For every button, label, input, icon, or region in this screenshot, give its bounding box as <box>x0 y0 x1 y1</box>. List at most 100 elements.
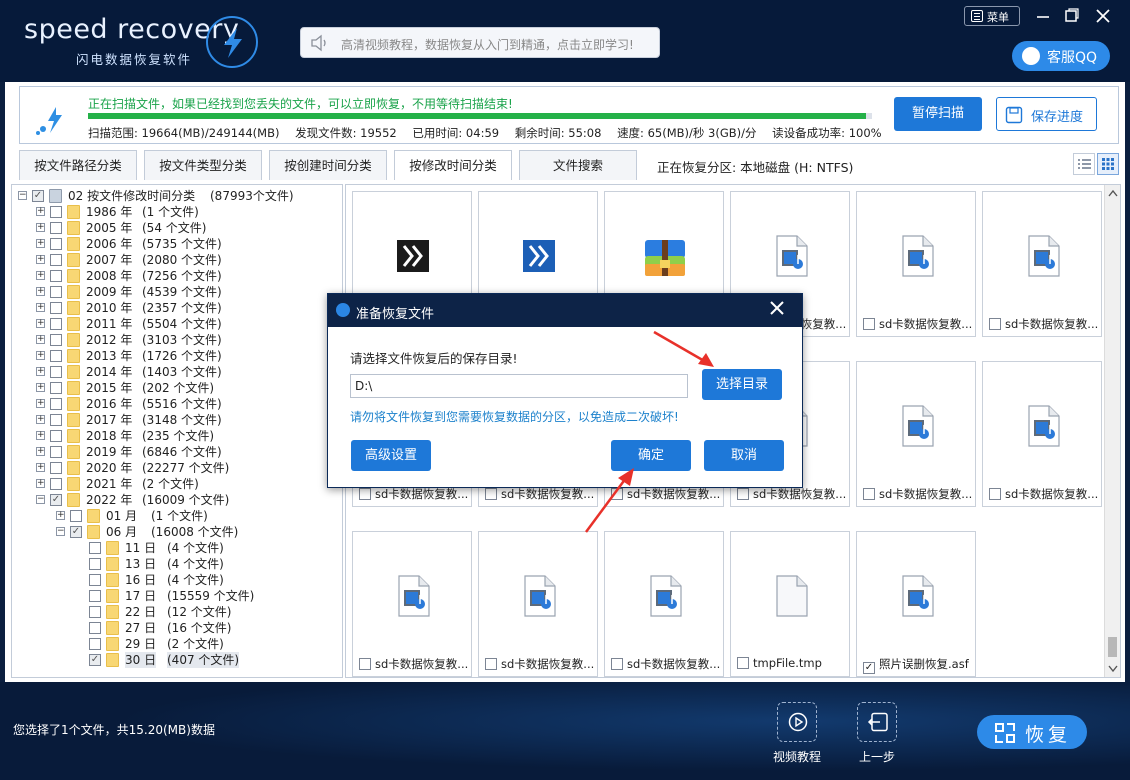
grid-view-icon[interactable] <box>1097 153 1119 175</box>
file-checkbox[interactable] <box>359 658 371 670</box>
close-icon[interactable] <box>1094 8 1112 26</box>
cancel-button[interactable]: 取消 <box>704 440 784 471</box>
expand-icon[interactable]: + <box>36 335 45 344</box>
file-checkbox[interactable] <box>611 658 623 670</box>
tree-day-node[interactable]: 11 日 (4 个文件) <box>12 540 342 556</box>
tree-checkbox[interactable] <box>89 542 101 554</box>
tree-checkbox[interactable]: ✓ <box>89 654 101 666</box>
expand-icon[interactable]: + <box>36 271 45 280</box>
expand-icon[interactable]: + <box>56 511 65 520</box>
tree-day-node[interactable]: 29 日 (2 个文件) <box>12 636 342 652</box>
file-card[interactable]: sd卡数据恢复教... <box>856 191 976 337</box>
video-tutorial-button[interactable] <box>777 702 817 742</box>
file-checkbox[interactable] <box>737 657 749 669</box>
tree-month-node[interactable]: +01 月 (1 个文件) <box>12 508 342 524</box>
tree-year-node[interactable]: +2015 年 (202 个文件) <box>12 380 342 396</box>
tree-checkbox[interactable] <box>50 366 62 378</box>
tree-day-node[interactable]: 13 日 (4 个文件) <box>12 556 342 572</box>
tree-year-node[interactable]: +2006 年 (5735 个文件) <box>12 236 342 252</box>
file-checkbox[interactable]: ✓ <box>863 662 875 674</box>
tree-checkbox[interactable] <box>50 270 62 282</box>
file-card[interactable]: sd卡数据恢复教... <box>856 361 976 507</box>
tree-year-node[interactable]: +2010 年 (2357 个文件) <box>12 300 342 316</box>
tree-year-node[interactable]: +2007 年 (2080 个文件) <box>12 252 342 268</box>
save-path-input[interactable]: D:\ <box>350 374 688 398</box>
collapse-icon[interactable]: − <box>36 495 45 504</box>
file-checkbox[interactable] <box>485 658 497 670</box>
grid-scrollbar[interactable] <box>1104 185 1120 677</box>
tree-checkbox[interactable] <box>50 238 62 250</box>
tree-checkbox[interactable] <box>50 206 62 218</box>
tree-checkbox[interactable] <box>50 302 62 314</box>
collapse-icon[interactable]: − <box>18 191 27 200</box>
maximize-icon[interactable] <box>1062 8 1080 26</box>
tree-checkbox[interactable] <box>89 622 101 634</box>
pause-scan-button[interactable]: 暂停扫描 <box>894 97 982 131</box>
tab-by-type[interactable]: 按文件类型分类 <box>144 150 262 180</box>
file-card[interactable]: tmpFile.tmp <box>730 531 850 677</box>
tree-checkbox[interactable] <box>89 558 101 570</box>
file-checkbox[interactable] <box>989 318 1001 330</box>
tree-year-node[interactable]: +2020 年 (22277 个文件) <box>12 460 342 476</box>
file-card[interactable]: sd卡数据恢复教... <box>352 531 472 677</box>
minimize-icon[interactable] <box>1034 8 1052 26</box>
expand-icon[interactable]: + <box>36 223 45 232</box>
tree-checkbox[interactable] <box>70 510 82 522</box>
expand-icon[interactable]: + <box>36 303 45 312</box>
expand-icon[interactable]: + <box>36 255 45 264</box>
tree-checkbox[interactable] <box>89 574 101 586</box>
tree-year-node[interactable]: +2021 年 (2 个文件) <box>12 476 342 492</box>
expand-icon[interactable]: + <box>36 239 45 248</box>
previous-step-button[interactable] <box>857 702 897 742</box>
tree-checkbox[interactable] <box>50 334 62 346</box>
file-card[interactable]: sd卡数据恢复教... <box>478 531 598 677</box>
file-card[interactable]: sd卡数据恢复教... <box>982 191 1102 337</box>
tree-checkbox[interactable]: ✓ <box>50 494 62 506</box>
file-card[interactable]: ✓ 照片误删恢复.asf <box>856 531 976 677</box>
tree-year-node[interactable]: +2014 年 (1403 个文件) <box>12 364 342 380</box>
tree-checkbox[interactable] <box>50 350 62 362</box>
file-card[interactable]: sd卡数据恢复教... <box>982 361 1102 507</box>
tree-day-node[interactable]: 16 日 (4 个文件) <box>12 572 342 588</box>
dialog-close-icon[interactable] <box>768 298 786 323</box>
tree-root[interactable]: − ✓ 02 按文件修改时间分类 (87993个文件) <box>12 188 342 204</box>
tree-year-node[interactable]: +2017 年 (3148 个文件) <box>12 412 342 428</box>
file-checkbox[interactable] <box>737 488 749 500</box>
customer-service-qq-button[interactable]: 客服QQ <box>1012 41 1110 71</box>
tree-year-node[interactable]: +2012 年 (3103 个文件) <box>12 332 342 348</box>
expand-icon[interactable]: + <box>36 431 45 440</box>
tree-checkbox[interactable] <box>50 286 62 298</box>
tree-year-node[interactable]: +2016 年 (5516 个文件) <box>12 396 342 412</box>
tree-day-node[interactable]: 27 日 (16 个文件) <box>12 620 342 636</box>
expand-icon[interactable]: + <box>36 463 45 472</box>
scroll-thumb[interactable] <box>1108 637 1117 657</box>
tree-checkbox[interactable] <box>50 414 62 426</box>
list-view-icon[interactable] <box>1073 153 1095 175</box>
tree-checkbox[interactable] <box>50 462 62 474</box>
tab-by-path[interactable]: 按文件路径分类 <box>19 150 137 180</box>
tab-by-modified-time[interactable]: 按修改时间分类 <box>394 150 512 180</box>
tree-year-node[interactable]: +1986 年 (1 个文件) <box>12 204 342 220</box>
file-checkbox[interactable] <box>485 488 497 500</box>
expand-icon[interactable]: + <box>36 287 45 296</box>
expand-icon[interactable]: + <box>36 447 45 456</box>
tutorial-search-bar[interactable]: 高清视频教程，数据恢复从入门到精通，点击立即学习! <box>300 27 660 58</box>
collapse-icon[interactable]: − <box>56 527 65 536</box>
scroll-down-icon[interactable] <box>1108 665 1118 673</box>
advanced-settings-button[interactable]: 高级设置 <box>351 440 431 471</box>
tree-checkbox[interactable] <box>50 318 62 330</box>
tree-year-node[interactable]: +2011 年 (5504 个文件) <box>12 316 342 332</box>
file-checkbox[interactable] <box>359 488 371 500</box>
tree-checkbox[interactable] <box>89 606 101 618</box>
file-checkbox[interactable] <box>863 488 875 500</box>
tree-year-node[interactable]: +2009 年 (4539 个文件) <box>12 284 342 300</box>
save-progress-button[interactable]: 保存进度 <box>996 97 1097 131</box>
expand-icon[interactable]: + <box>36 319 45 328</box>
expand-icon[interactable]: + <box>36 207 45 216</box>
expand-icon[interactable]: + <box>36 399 45 408</box>
tree-year-node[interactable]: − ✓ 2022 年 (16009 个文件) <box>12 492 342 508</box>
file-card[interactable]: sd卡数据恢复教... <box>604 531 724 677</box>
tree-checkbox[interactable]: ✓ <box>70 526 82 538</box>
tree-checkbox[interactable] <box>50 446 62 458</box>
tree-checkbox[interactable] <box>89 590 101 602</box>
